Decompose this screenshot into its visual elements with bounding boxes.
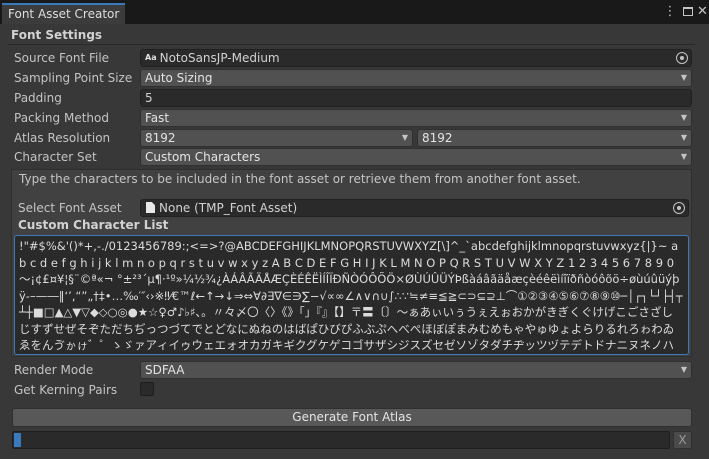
kerning-label: Get Kerning Pairs [14,383,118,397]
generate-font-atlas-button[interactable]: Generate Font Atlas [12,408,692,427]
atlas-height-dropdown[interactable]: 8192 ▼ [417,129,692,147]
dropdown-arrow-icon: ▼ [680,113,687,122]
dropdown-arrow-icon: ▼ [680,73,687,82]
packing-label: Packing Method [14,111,109,125]
sampling-dropdown[interactable]: Auto Sizing ▼ [140,69,692,87]
atlas-height-value: 8192 [422,131,453,145]
help-text: Type the characters to be included in th… [19,172,581,186]
tab-font-asset-creator[interactable]: Font Asset Creator [2,3,125,24]
object-picker-icon[interactable] [673,202,685,214]
packing-value: Fast [145,111,170,125]
select-font-asset-value: None (TMP_Font Asset) [159,201,298,215]
character-set-value: Custom Characters [145,150,261,164]
object-picker-icon[interactable] [676,52,688,64]
sampling-label: Sampling Point Size [14,71,133,85]
kerning-checkbox[interactable] [140,382,154,396]
sampling-value: Auto Sizing [145,71,213,85]
dropdown-arrow-icon: ▼ [680,365,687,374]
select-font-asset-label: Select Font Asset [18,201,122,215]
character-set-dropdown[interactable]: Custom Characters ▼ [140,148,692,166]
font-file-icon: Aa [145,53,157,62]
atlas-resolution-label: Atlas Resolution [14,131,111,145]
padding-label: Padding [14,91,62,105]
source-font-value: NotoSansJP-Medium [159,51,280,65]
render-mode-label: Render Mode [14,363,94,377]
title-bar: Font Asset Creator ⋮ ✕ [0,0,709,24]
custom-character-list-textarea[interactable]: !"#$%&'()*+,-./0123456789:;<=>?@ABCDEFGH… [14,235,689,355]
dropdown-arrow-icon: ▼ [680,133,687,142]
cancel-button[interactable]: X [673,431,692,449]
character-set-label: Character Set [14,150,97,164]
section-title: Font Settings [11,28,103,42]
source-font-label: Source Font File [14,51,110,65]
render-mode-value: SDFAA [145,363,185,377]
custom-character-list-label: Custom Character List [18,218,169,232]
close-icon[interactable]: ✕ [697,4,709,20]
dropdown-arrow-icon: ▼ [680,152,687,161]
render-mode-dropdown[interactable]: SDFAA ▼ [140,361,692,379]
more-menu-icon[interactable]: ⋮ [663,4,677,20]
dropdown-arrow-icon: ▼ [401,133,408,142]
progress-bar [12,431,670,449]
padding-input[interactable]: 5 [140,89,692,107]
section-divider [8,44,695,45]
atlas-width-dropdown[interactable]: 8192 ▼ [140,129,413,147]
select-font-asset-field[interactable]: None (TMP_Font Asset) [140,199,689,217]
font-asset-icon [146,202,155,213]
source-font-field[interactable]: Aa NotoSansJP-Medium [140,49,692,67]
maximize-icon[interactable] [683,7,693,16]
packing-dropdown[interactable]: Fast ▼ [140,109,692,127]
atlas-width-value: 8192 [145,131,176,145]
progress-fill [14,433,21,447]
